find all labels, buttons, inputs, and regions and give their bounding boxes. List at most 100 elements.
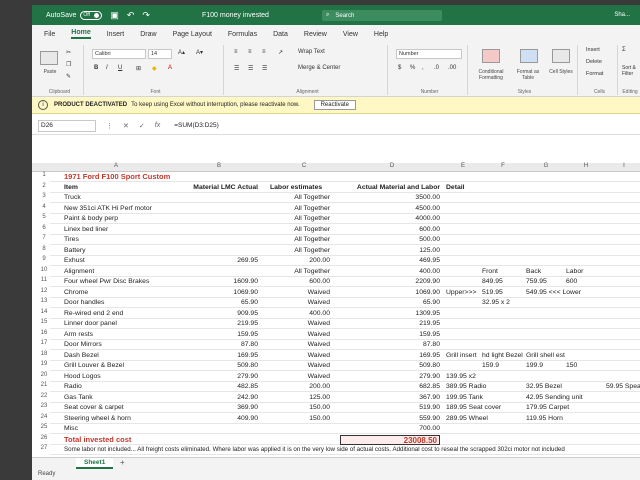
cell-d19[interactable]: 509.80 [340, 361, 440, 371]
cell-g22[interactable]: 42.95 Sending unit [526, 393, 583, 403]
cell-a19[interactable]: Grill Louver & Bezel [64, 361, 168, 371]
cell-a2[interactable]: Item [64, 183, 168, 193]
cell-b17[interactable]: 87.80 [170, 340, 258, 350]
row-header[interactable]: 18 [38, 351, 50, 357]
cell-c6[interactable]: All Together [270, 225, 330, 235]
paste-icon[interactable] [40, 51, 58, 65]
format-painter-icon[interactable]: ✎ [66, 73, 71, 80]
row-header[interactable]: 11 [38, 277, 50, 283]
align-left-icon[interactable]: ☰ [234, 65, 239, 72]
cell-e12[interactable]: Upper>>> [446, 288, 480, 298]
cell-b16[interactable]: 159.95 [170, 330, 258, 340]
cell-styles-icon[interactable] [552, 49, 570, 63]
cell-d25[interactable]: 700.00 [340, 424, 440, 434]
bold-button[interactable]: B [94, 65, 98, 71]
cell-c23[interactable]: 150.00 [270, 403, 330, 413]
fill-color-icon[interactable]: ◆ [152, 65, 157, 72]
currency-icon[interactable]: $ [398, 65, 401, 71]
cell-a20[interactable]: Hood Logos [64, 372, 168, 382]
row-header[interactable]: 27 [38, 445, 50, 451]
cut-icon[interactable]: ✂ [66, 49, 71, 56]
cell-a17[interactable]: Door Mirrors [64, 340, 168, 350]
tab-file[interactable]: File [44, 31, 55, 38]
column-header-c[interactable]: C [270, 163, 338, 169]
cell-h19[interactable]: 150 [566, 361, 577, 371]
cell-a26[interactable]: Total invested cost [64, 435, 168, 445]
cell-a27[interactable]: Some labor not included... All freight c… [64, 445, 565, 455]
comma-icon[interactable]: , [422, 65, 424, 71]
cell-b11[interactable]: 1609.90 [170, 277, 258, 287]
cell-e20[interactable]: 139.95 x2 [446, 372, 476, 382]
cell-d2[interactable]: Actual Material and Labor [340, 183, 440, 193]
orientation-icon[interactable]: ↗ [278, 49, 283, 56]
font-size-dropdown[interactable]: 14 [148, 49, 172, 59]
cell-d17[interactable]: 87.80 [340, 340, 440, 350]
row-header[interactable]: 1 [38, 172, 50, 178]
cell-c19[interactable]: Waived [270, 361, 330, 371]
row-header[interactable]: 22 [38, 393, 50, 399]
cell-a21[interactable]: Radio [64, 382, 168, 392]
cell-b19[interactable]: 509.80 [170, 361, 258, 371]
conditional-formatting-icon[interactable] [482, 49, 500, 63]
number-format-dropdown[interactable]: Number [396, 49, 462, 59]
row-header[interactable]: 4 [38, 204, 50, 210]
merge-center-button[interactable]: Merge & Center [298, 65, 340, 71]
cell-g18[interactable]: Grill shell est [526, 351, 565, 361]
cell-d5[interactable]: 4000.00 [340, 214, 440, 224]
cell-b20[interactable]: 279.90 [170, 372, 258, 382]
row-header[interactable]: 3 [38, 193, 50, 199]
row-header[interactable]: 26 [38, 435, 50, 441]
cell-g24[interactable]: 119.95 Horn [526, 414, 563, 424]
conditional-formatting-button[interactable]: Conditional Formatting [472, 69, 510, 81]
underline-button[interactable]: U [118, 65, 122, 71]
cell-g23[interactable]: 179.95 Carpet [526, 403, 569, 413]
row-header[interactable]: 24 [38, 414, 50, 420]
format-as-table-icon[interactable] [520, 49, 538, 63]
percent-icon[interactable]: % [410, 65, 415, 71]
cell-b13[interactable]: 65.90 [170, 298, 258, 308]
row-header[interactable]: 10 [38, 267, 50, 273]
tab-view[interactable]: View [343, 31, 358, 38]
cell-i21[interactable]: 59.95 Speaker [606, 382, 640, 392]
cell-b18[interactable]: 169.95 [170, 351, 258, 361]
cell-a13[interactable]: Door handles [64, 298, 168, 308]
column-header-g[interactable]: G [526, 163, 566, 169]
cell-e18[interactable]: Grill insert [446, 351, 480, 361]
name-box[interactable]: D26 [38, 119, 96, 132]
cell-b12[interactable]: 1069.90 [170, 288, 258, 298]
cell-a22[interactable]: Gas Tank [64, 393, 168, 403]
row-header[interactable]: 16 [38, 330, 50, 336]
cell-a15[interactable]: Linner door panel [64, 319, 168, 329]
cell-a8[interactable]: Battery [64, 246, 168, 256]
cell-d11[interactable]: 2209.90 [340, 277, 440, 287]
cell-e21[interactable]: 389.95 Radio [446, 382, 486, 392]
cell-b2[interactable]: Material LMC Actual [170, 183, 258, 193]
cell-e2[interactable]: Detail [446, 183, 480, 193]
align-middle-icon[interactable]: ≡ [248, 49, 252, 55]
cell-h11[interactable]: 600 [566, 277, 577, 287]
search-box[interactable]: ⌕ Search [322, 10, 442, 21]
cell-a7[interactable]: Tires [64, 235, 168, 245]
cell-c24[interactable]: 150.00 [270, 414, 330, 424]
user-name[interactable]: Sha... [614, 12, 630, 18]
cell-c13[interactable]: Waived [270, 298, 330, 308]
formula-input[interactable]: =SUM(D3:D25) [174, 122, 219, 129]
cell-d20[interactable]: 279.90 [340, 372, 440, 382]
cell-c10[interactable]: All Together [270, 267, 330, 277]
row-header[interactable]: 7 [38, 235, 50, 241]
tab-page-layout[interactable]: Page Layout [173, 31, 212, 38]
cell-a6[interactable]: Linex bed liner [64, 225, 168, 235]
cell-g10[interactable]: Back [526, 267, 541, 277]
undo-icon[interactable]: ↶ [127, 10, 135, 21]
cell-d6[interactable]: 600.00 [340, 225, 440, 235]
cell-a1[interactable]: 1971 Ford F100 Sport Custom [64, 172, 170, 182]
row-header[interactable]: 15 [38, 319, 50, 325]
row-header[interactable]: 17 [38, 340, 50, 346]
insert-cells-button[interactable]: Insert [586, 47, 600, 53]
cell-d3[interactable]: 3500.00 [340, 193, 440, 203]
cell-a16[interactable]: Arm rests [64, 330, 168, 340]
align-bottom-icon[interactable]: ≡ [262, 49, 266, 55]
cell-c20[interactable]: Waived [270, 372, 330, 382]
increase-decimal-icon[interactable]: .0 [434, 65, 439, 71]
cell-d24[interactable]: 559.90 [340, 414, 440, 424]
